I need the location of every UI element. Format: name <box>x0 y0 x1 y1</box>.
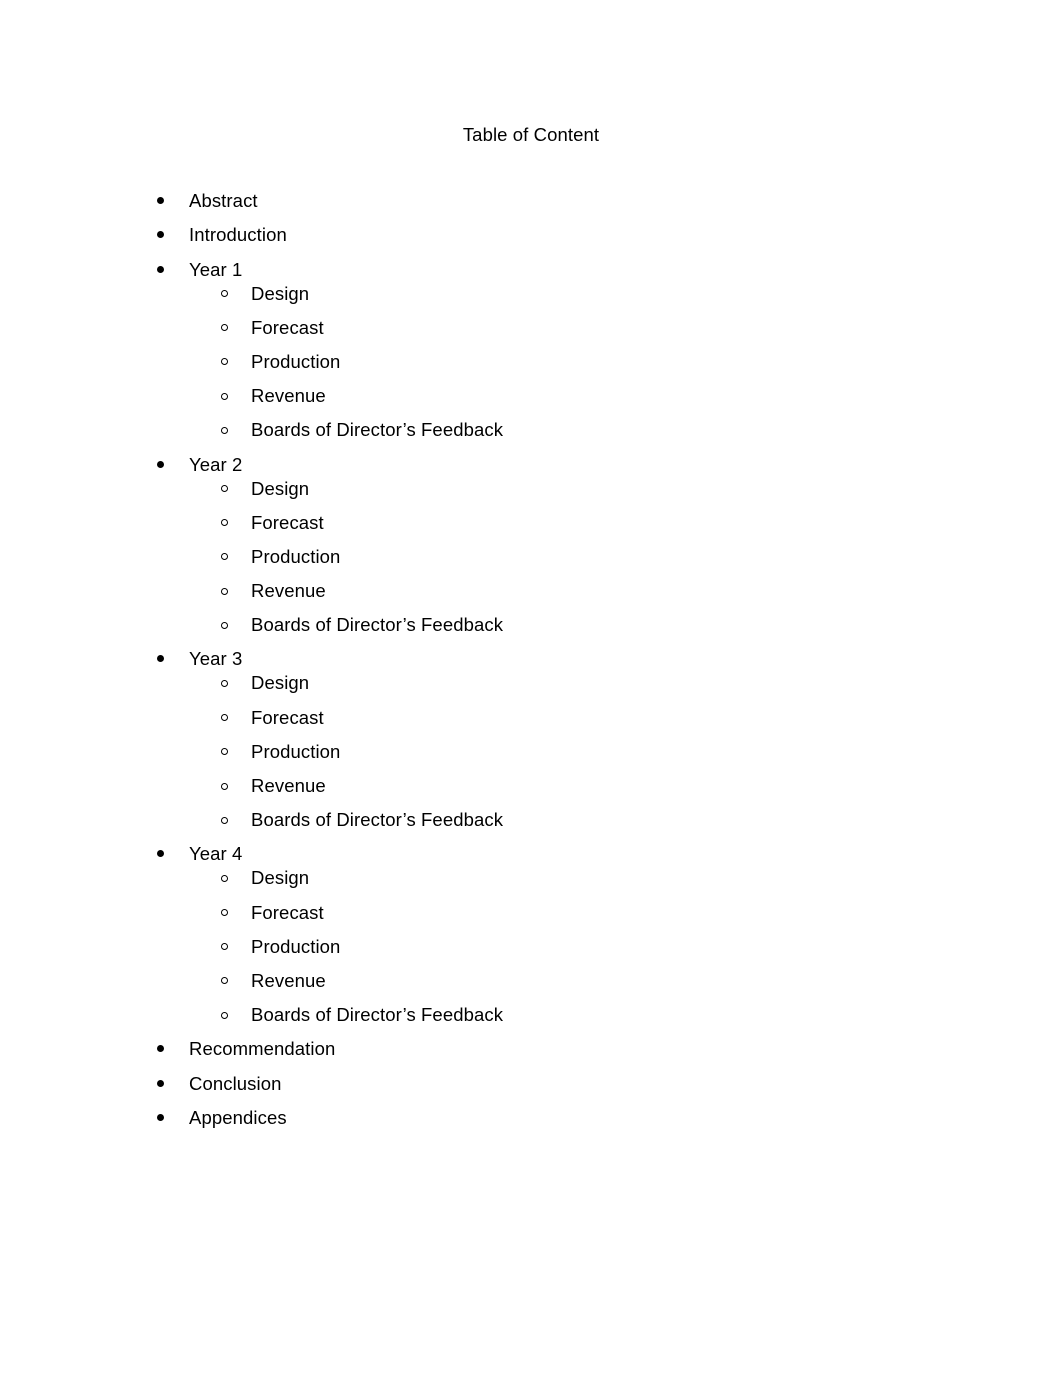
hollow-circle-bullet-icon <box>221 909 228 917</box>
toc-subentry[interactable]: Forecast <box>189 706 1062 740</box>
toc-entry-label: Introduction <box>189 224 287 246</box>
toc-entry[interactable]: Year 1 Design Forecast Production Revenue Boa… <box>0 258 1062 453</box>
filled-circle-bullet-icon <box>157 850 164 858</box>
filled-circle-bullet-icon <box>157 1079 164 1087</box>
toc-subentry-label: Production <box>251 935 341 957</box>
filled-circle-bullet-icon <box>157 265 164 273</box>
toc-subentry-label: Design <box>251 672 310 694</box>
toc-level2-list: Design Forecast Production Revenue Boards of… <box>189 282 1062 453</box>
toc-entry-label: Year 3 <box>189 648 243 670</box>
hollow-circle-bullet-icon <box>221 977 228 985</box>
toc-subentry-label: Production <box>251 740 341 762</box>
toc-subentry[interactable]: Revenue <box>189 969 1062 1003</box>
filled-circle-bullet-icon <box>157 1045 164 1053</box>
toc-subentry[interactable]: Boards of Director’s Feedback <box>189 1003 1062 1037</box>
toc-subentry[interactable]: Production <box>189 545 1062 579</box>
hollow-circle-bullet-icon <box>221 392 228 400</box>
toc-subentry-label: Forecast <box>251 901 324 923</box>
hollow-circle-bullet-icon <box>221 621 228 629</box>
toc-subentry[interactable]: Forecast <box>189 901 1062 935</box>
toc-subentry-label: Boards of Director’s Feedback <box>251 1004 504 1026</box>
hollow-circle-bullet-icon <box>221 816 228 824</box>
toc-entry[interactable]: Year 2 Design Forecast Production Revenue Boa… <box>0 453 1062 648</box>
hollow-circle-bullet-icon <box>221 485 228 493</box>
hollow-circle-bullet-icon <box>221 782 228 790</box>
toc-entry[interactable]: Year 3 Design Forecast Production Revenue Boa… <box>0 647 1062 842</box>
toc-entry[interactable]: Appendices <box>0 1106 1062 1140</box>
toc-subentry[interactable]: Revenue <box>189 774 1062 808</box>
hollow-circle-bullet-icon <box>221 748 228 756</box>
toc-subentry-label: Boards of Director’s Feedback <box>251 614 504 636</box>
toc-subentry-label: Boards of Director’s Feedback <box>251 419 504 441</box>
toc-subentry-group: Design Forecast Production Revenue Boards of… <box>189 282 1062 453</box>
toc-subentry[interactable]: Production <box>189 740 1062 774</box>
toc-subentry[interactable]: Boards of Director’s Feedback <box>189 613 1062 647</box>
toc-entry-label: Abstract <box>189 190 258 211</box>
toc-entry-label: Appendices <box>189 1106 287 1128</box>
toc-subentry-label: Revenue <box>251 775 326 797</box>
toc-level1-list: Abstract Introduction Year 1 Design Forecast… <box>0 189 1062 1140</box>
toc-subentry[interactable]: Forecast <box>189 316 1062 350</box>
hollow-circle-bullet-icon <box>221 874 228 882</box>
toc-entry-label: Recommendation <box>189 1038 336 1060</box>
hollow-circle-bullet-icon <box>221 519 228 527</box>
toc-level2-list: Design Forecast Production Revenue Boards of… <box>189 866 1062 1037</box>
toc-entry-label: Year 4 <box>189 843 243 865</box>
toc-subentry-label: Forecast <box>251 511 324 533</box>
filled-circle-bullet-icon <box>157 655 164 663</box>
toc-subentry-label: Design <box>251 477 310 499</box>
hollow-circle-bullet-icon <box>221 426 228 434</box>
table-of-contents: Abstract Introduction Year 1 Design Forecast… <box>0 189 1062 1140</box>
toc-subentry-label: Production <box>251 545 341 567</box>
toc-subentry[interactable]: Production <box>189 935 1062 969</box>
hollow-circle-bullet-icon <box>221 358 228 366</box>
toc-level2-list: Design Forecast Production Revenue Boards of… <box>189 477 1062 648</box>
toc-entry[interactable]: Introduction <box>0 223 1062 257</box>
toc-subentry[interactable]: Revenue <box>189 384 1062 418</box>
toc-subentry-label: Forecast <box>251 706 324 728</box>
filled-circle-bullet-icon <box>157 1113 164 1121</box>
toc-subentry-label: Revenue <box>251 385 326 407</box>
hollow-circle-bullet-icon <box>221 553 228 561</box>
toc-subentry[interactable]: Design <box>189 866 1062 900</box>
toc-subentry[interactable]: Revenue <box>189 579 1062 613</box>
toc-subentry-label: Boards of Director’s Feedback <box>251 809 504 831</box>
toc-subentry[interactable]: Design <box>189 671 1062 705</box>
toc-entry[interactable]: Conclusion <box>0 1072 1062 1106</box>
toc-entry[interactable]: Year 4 Design Forecast Production Revenue Boa… <box>0 842 1062 1037</box>
filled-circle-bullet-icon <box>157 197 164 204</box>
hollow-circle-bullet-icon <box>221 324 228 332</box>
toc-subentry[interactable]: Boards of Director’s Feedback <box>189 418 1062 452</box>
toc-subentry-label: Revenue <box>251 969 326 991</box>
toc-subentry[interactable]: Design <box>189 282 1062 316</box>
toc-subentry-group: Design Forecast Production Revenue Boards of… <box>189 477 1062 648</box>
toc-subentry-label: Design <box>251 282 310 304</box>
toc-subentry-label: Production <box>251 350 341 372</box>
filled-circle-bullet-icon <box>157 460 164 468</box>
hollow-circle-bullet-icon <box>221 679 228 687</box>
toc-entry[interactable]: Abstract <box>0 189 1062 223</box>
page-title: Table of Content <box>462 124 600 145</box>
toc-subentry-label: Revenue <box>251 580 326 602</box>
hollow-circle-bullet-icon <box>221 1011 228 1019</box>
filled-circle-bullet-icon <box>157 231 164 239</box>
hollow-circle-bullet-icon <box>221 290 228 298</box>
hollow-circle-bullet-icon <box>221 943 228 951</box>
toc-subentry[interactable]: Forecast <box>189 511 1062 545</box>
toc-subentry[interactable]: Production <box>189 350 1062 384</box>
hollow-circle-bullet-icon <box>221 714 228 722</box>
toc-subentry-label: Design <box>251 867 310 889</box>
toc-entry-label: Year 2 <box>189 453 243 475</box>
toc-subentry-label: Forecast <box>251 316 324 338</box>
document-page: Table of Content Abstract Introduction Yea… <box>0 0 1062 1377</box>
toc-entry[interactable]: Recommendation <box>0 1037 1062 1071</box>
toc-subentry[interactable]: Design <box>189 477 1062 511</box>
toc-entry-label: Conclusion <box>189 1072 282 1094</box>
toc-subentry-group: Design Forecast Production Revenue Boards of… <box>189 866 1062 1037</box>
toc-subentry-group: Design Forecast Production Revenue Boards of… <box>189 671 1062 842</box>
toc-entry-label: Year 1 <box>189 258 243 280</box>
toc-subentry[interactable]: Boards of Director’s Feedback <box>189 808 1062 842</box>
hollow-circle-bullet-icon <box>221 587 228 595</box>
toc-level2-list: Design Forecast Production Revenue Boards of… <box>189 671 1062 842</box>
